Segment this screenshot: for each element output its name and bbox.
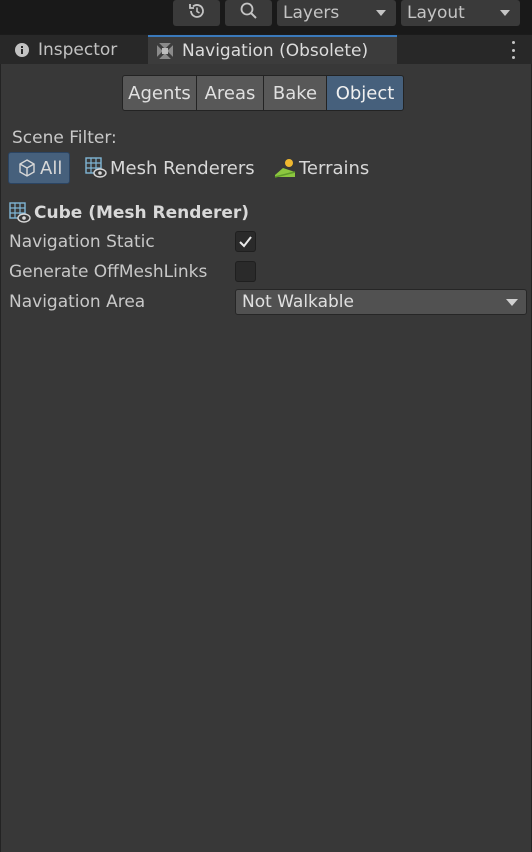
- history-icon: [187, 1, 207, 26]
- search-icon: [239, 1, 259, 26]
- tab-inspector-label: Inspector: [38, 40, 118, 60]
- scene-filter-label: Scene Filter:: [12, 128, 117, 148]
- chevron-down-icon: [506, 298, 518, 306]
- layout-dropdown[interactable]: Layout: [401, 0, 520, 26]
- segment-agents[interactable]: Agents: [123, 76, 196, 110]
- mesh-renderer-icon: [85, 157, 107, 179]
- navigation-panel: Agents Areas Bake Object Scene Filter: A…: [0, 64, 532, 852]
- mesh-renderer-icon: [9, 202, 31, 224]
- navigation-icon: [156, 42, 174, 60]
- navigation-area-label: Navigation Area: [9, 292, 146, 312]
- generate-offmeshlinks-label: Generate OffMeshLinks: [9, 262, 208, 282]
- tab-inspector[interactable]: Inspector: [4, 35, 146, 65]
- history-button[interactable]: [173, 0, 220, 26]
- segment-areas[interactable]: Areas: [197, 76, 263, 110]
- filter-all-label: All: [40, 157, 63, 179]
- layers-dropdown[interactable]: Layers: [277, 0, 396, 26]
- segment-bake[interactable]: Bake: [264, 76, 326, 110]
- search-button[interactable]: [225, 0, 272, 26]
- object-title: Cube (Mesh Renderer): [9, 202, 249, 224]
- navigation-area-dropdown[interactable]: Not Walkable: [235, 289, 527, 315]
- filter-all-button[interactable]: All: [8, 152, 70, 184]
- segment-object[interactable]: Object: [327, 76, 403, 110]
- terrain-icon: [274, 157, 296, 179]
- navigation-static-label: Navigation Static: [9, 232, 155, 252]
- cube-icon: [17, 158, 37, 178]
- object-title-label: Cube (Mesh Renderer): [34, 203, 250, 223]
- tab-strip: Inspector Navigation (Obsolete): [0, 34, 532, 65]
- filter-mesh-renderers-button[interactable]: Mesh Renderers: [85, 152, 255, 184]
- chevron-down-icon: [500, 10, 510, 16]
- chevron-down-icon: [376, 10, 386, 16]
- filter-terrains-button[interactable]: Terrains: [274, 152, 369, 184]
- filter-mesh-renderers-label: Mesh Renderers: [110, 157, 255, 179]
- filter-terrains-label: Terrains: [299, 157, 370, 179]
- layout-label: Layout: [407, 3, 465, 23]
- layers-label: Layers: [283, 3, 340, 23]
- info-icon: [14, 42, 30, 58]
- more-options-icon[interactable]: [512, 41, 516, 59]
- tab-navigation-label: Navigation (Obsolete): [182, 41, 369, 61]
- navigation-static-checkbox[interactable]: [235, 231, 256, 252]
- top-toolbar: Layers Layout: [0, 0, 532, 32]
- generate-offmeshlinks-checkbox[interactable]: [235, 261, 256, 282]
- tab-navigation[interactable]: Navigation (Obsolete): [148, 35, 397, 65]
- checkmark-icon: [239, 236, 252, 248]
- navigation-area-value: Not Walkable: [242, 292, 354, 312]
- mode-segmented-control: Agents Areas Bake Object: [122, 75, 404, 111]
